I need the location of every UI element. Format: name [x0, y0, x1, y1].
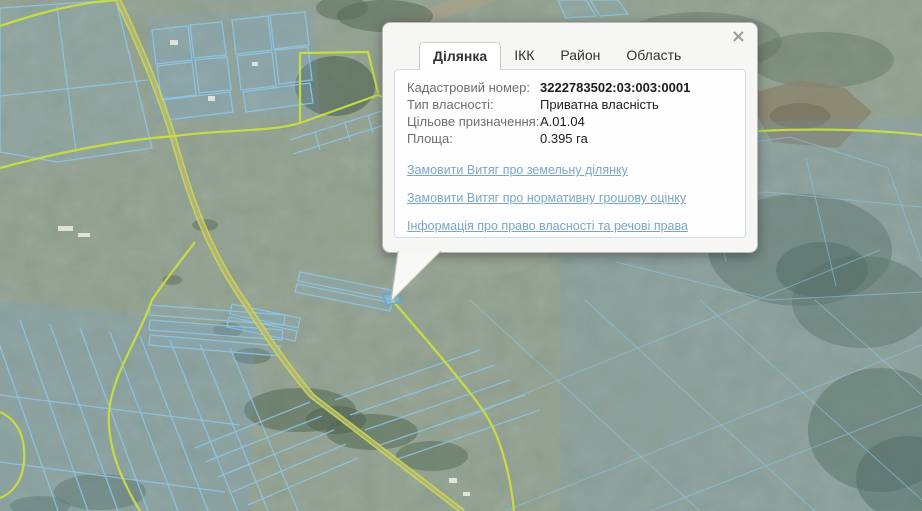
field-label: Цільове призначення:: [407, 114, 540, 129]
field-cadastral-number: Кадастровий номер: 3222783502:03:003:000…: [407, 79, 733, 96]
popup-links: Замовити Витяг про земельну ділянку Замо…: [407, 164, 733, 233]
popup-tabs: Ділянка ІКК Район Область: [419, 42, 694, 70]
popup-tail-pointer: [390, 251, 442, 302]
tab-dilyanka[interactable]: Ділянка: [419, 42, 502, 70]
parcel-details-panel: Кадастровий номер: 3222783502:03:003:000…: [394, 69, 746, 238]
field-label: Кадастровий номер:: [407, 80, 530, 95]
field-ownership-type: Тип власності: Приватна власність: [407, 96, 733, 113]
tab-rayon[interactable]: Район: [547, 42, 613, 69]
field-label: Площа:: [407, 131, 453, 146]
link-order-monetary-valuation[interactable]: Замовити Витяг про нормативну грошову оц…: [407, 192, 733, 205]
cadastral-number-value: 3222783502:03:003:0001: [540, 80, 691, 95]
ownership-type-value: Приватна власність: [540, 97, 659, 112]
field-label: Тип власності:: [407, 97, 494, 112]
link-ownership-rights-info[interactable]: Інформація про право власності та речові…: [407, 220, 733, 233]
tab-ikk[interactable]: ІКК: [501, 42, 547, 69]
tab-oblast[interactable]: Область: [613, 42, 694, 69]
parcel-info-popup: × Ділянка ІКК Район Область Кадастровий …: [382, 22, 758, 302]
cadastral-map-app: × Ділянка ІКК Район Область Кадастровий …: [0, 0, 922, 511]
link-order-extract-parcel[interactable]: Замовити Витяг про земельну ділянку: [407, 164, 733, 177]
field-designated-purpose: Цільове призначення: А.01.04: [407, 113, 733, 130]
designated-purpose-value: А.01.04: [540, 114, 585, 129]
field-area: Площа: 0.395 га: [407, 130, 733, 147]
area-value: 0.395 га: [540, 131, 588, 146]
close-icon[interactable]: ×: [731, 28, 746, 46]
